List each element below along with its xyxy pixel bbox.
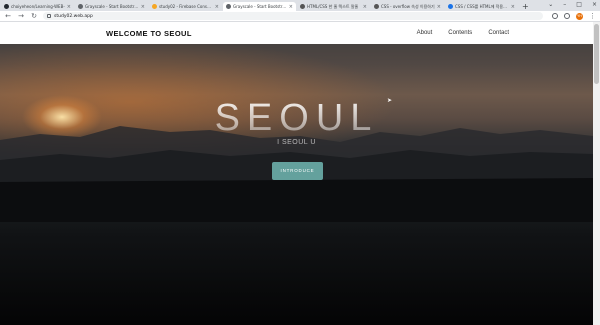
text-icon — [374, 4, 379, 9]
browser-tab-active[interactable]: Grayscale - Start Bootstrap Th × — [223, 2, 296, 11]
browser-tab[interactable]: study02 - Firebase Console × — [149, 2, 222, 11]
bookmark-icon[interactable] — [564, 13, 570, 19]
site-navbar: WELCOME TO SEOUL About Contents Contact — [0, 22, 593, 44]
hero-section: WELCOME TO SEOUL About Contents Contact … — [0, 22, 593, 325]
tab-title: HTML/CSS 한 줄 텍스트 말줄 — [307, 3, 359, 9]
menu-icon[interactable]: ⋮ — [589, 12, 596, 20]
nav-link-contents[interactable]: Contents — [448, 30, 472, 36]
tab-title: study02 - Firebase Console — [159, 4, 213, 9]
tab-title: Grayscale - Start Bootstrap Th — [233, 4, 287, 9]
profile-avatar[interactable]: YH — [576, 12, 583, 20]
window-controls: ⌄ – □ × — [548, 1, 597, 8]
bootstrap-icon — [78, 4, 83, 9]
close-tab-icon[interactable]: × — [511, 4, 515, 10]
mouse-cursor-icon: ➤ — [387, 97, 393, 104]
page-scrollbar[interactable] — [593, 22, 600, 325]
site-brand[interactable]: WELCOME TO SEOUL — [106, 29, 192, 38]
maximize-icon[interactable]: □ — [576, 1, 582, 8]
browser-tab[interactable]: Grayscale - Start Bootstrap Th × — [75, 2, 148, 11]
lock-icon[interactable] — [47, 14, 51, 18]
text-icon — [300, 4, 305, 9]
close-tab-icon[interactable]: × — [141, 4, 145, 10]
browser-toolbar: ← → ↻ study02.web.app YH ⋮ — [0, 11, 600, 22]
scrollbar-thumb[interactable] — [594, 24, 599, 84]
new-tab-button[interactable]: + — [518, 2, 533, 11]
tab-search-icon[interactable]: ⌄ — [548, 1, 553, 8]
forward-icon[interactable]: → — [17, 12, 25, 20]
tab-title: choiyeheon/Learning-WEB- — [11, 4, 65, 9]
hero-subtitle: I SEOUL U — [277, 139, 316, 146]
tab-title: CSS - overflow 속성 이용하기 — [381, 3, 435, 9]
close-tab-icon[interactable]: × — [289, 4, 293, 10]
close-tab-icon[interactable]: × — [437, 4, 441, 10]
extension-icon[interactable] — [552, 13, 558, 19]
tab-title: Grayscale - Start Bootstrap Th — [85, 4, 139, 9]
browser-tab[interactable]: HTML/CSS 한 줄 텍스트 말줄 × — [297, 2, 370, 11]
close-tab-icon[interactable]: × — [363, 4, 367, 10]
nav-link-contact[interactable]: Contact — [488, 30, 509, 36]
introduce-button[interactable]: INTRODUCE — [272, 162, 323, 180]
back-icon[interactable]: ← — [4, 12, 12, 20]
minimize-icon[interactable]: – — [563, 1, 566, 8]
nav-links: About Contents Contact — [417, 30, 509, 36]
tab-title: CSS / CSS를 HTML에 적용시키 — [455, 3, 509, 9]
browser-tab[interactable]: choiyeheon/Learning-WEB- × — [1, 2, 74, 11]
hero-title: SEOUL — [0, 97, 593, 140]
url-text: study02.web.app — [54, 13, 93, 19]
globe-icon — [226, 4, 231, 9]
close-tab-icon[interactable]: × — [215, 4, 219, 10]
reload-icon[interactable]: ↻ — [30, 12, 38, 20]
firebase-icon — [152, 4, 157, 9]
address-bar[interactable]: study02.web.app — [43, 12, 543, 20]
chart-icon — [448, 4, 453, 9]
browser-tab[interactable]: CSS - overflow 속성 이용하기 × — [371, 2, 444, 11]
nav-link-about[interactable]: About — [417, 30, 433, 36]
browser-tab-strip: choiyeheon/Learning-WEB- × Grayscale - S… — [0, 0, 600, 11]
close-tab-icon[interactable]: × — [67, 4, 71, 10]
browser-tab[interactable]: CSS / CSS를 HTML에 적용시키 × — [445, 2, 518, 11]
close-window-icon[interactable]: × — [592, 1, 597, 8]
github-icon — [4, 4, 9, 9]
